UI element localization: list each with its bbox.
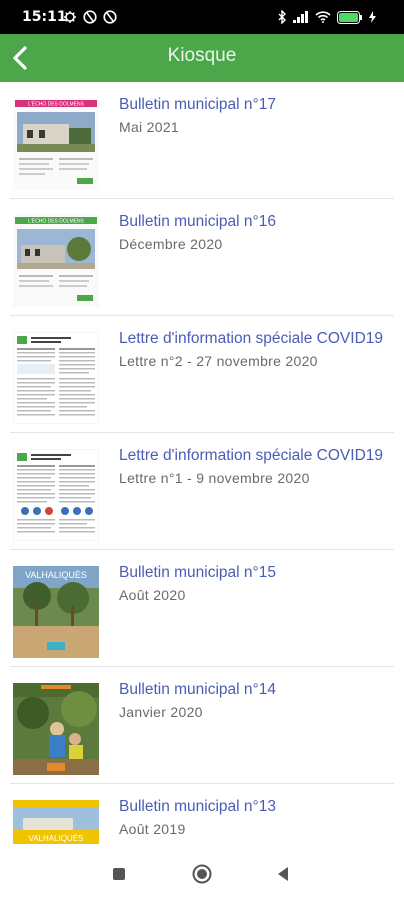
- battery-icon: [337, 10, 362, 24]
- blocked-notification-icon: [103, 10, 117, 24]
- status-bar: 15:11: [0, 0, 404, 34]
- item-subtitle: Janvier 2020: [119, 704, 203, 720]
- page-title: Kiosque: [167, 45, 237, 66]
- list-item[interactable]: Lettre d'information spéciale COVID19 Le…: [0, 433, 404, 550]
- item-title[interactable]: Bulletin municipal n°15: [119, 564, 276, 582]
- item-subtitle: Août 2019: [119, 821, 186, 837]
- status-time: 15:11: [22, 9, 67, 25]
- list-item[interactable]: L'ÉCHO DES DOLMENS Bulletin municipal n°…: [0, 82, 404, 199]
- system-nav-bar: [0, 848, 404, 900]
- charging-icon: [369, 11, 376, 23]
- item-title[interactable]: Lettre d'information spéciale COVID19: [119, 447, 383, 465]
- app-bar: Kiosque: [0, 34, 404, 82]
- covid-letter-thumbnail: [13, 332, 99, 424]
- recent-apps-icon[interactable]: [112, 867, 126, 881]
- item-subtitle: Août 2020: [119, 587, 186, 603]
- back-nav-icon[interactable]: [276, 866, 290, 882]
- list-item[interactable]: VALHALIQUÈS Bulletin municipal n°13 Août…: [0, 784, 404, 848]
- item-title[interactable]: Bulletin municipal n°13: [119, 798, 276, 816]
- publication-list: L'ÉCHO DES DOLMENS Bulletin municipal n°…: [0, 82, 404, 848]
- item-subtitle: Mai 2021: [119, 119, 179, 135]
- item-subtitle: Lettre n°2 - 27 novembre 2020: [119, 353, 318, 369]
- bluetooth-icon: [278, 10, 286, 24]
- item-subtitle: Lettre n°1 - 9 novembre 2020: [119, 470, 310, 486]
- bulletin-cover-thumbnail: L'ÉCHO DES DOLMENS: [13, 215, 99, 307]
- item-title[interactable]: Bulletin municipal n°17: [119, 96, 276, 114]
- bulletin-cover-thumbnail: VALHALIQUÈS: [13, 800, 99, 848]
- item-title[interactable]: Bulletin municipal n°14: [119, 681, 276, 699]
- list-item[interactable]: L'ÉCHO DES DOLMENS Bulletin municipal n°…: [0, 199, 404, 316]
- settings-notification-icon: [64, 11, 76, 23]
- list-item[interactable]: Bulletin municipal n°14 Janvier 2020: [0, 667, 404, 784]
- list-item[interactable]: Lettre d'information spéciale COVID19 Le…: [0, 316, 404, 433]
- bulletin-cover-thumbnail: L'ÉCHO DES DOLMENS: [13, 98, 99, 190]
- list-item[interactable]: VALHALIQUÈS Bulletin municipal n°15 Août…: [0, 550, 404, 667]
- cover-banner: L'ÉCHO DES DOLMENS: [28, 218, 85, 225]
- bulletin-cover-thumbnail: VALHALIQUÈS: [13, 566, 99, 658]
- item-title[interactable]: Bulletin municipal n°16: [119, 213, 276, 231]
- cover-banner: L'ÉCHO DES DOLMENS: [28, 101, 85, 108]
- covid-letter-thumbnail: [13, 449, 99, 541]
- item-title[interactable]: Lettre d'information spéciale COVID19: [119, 330, 383, 348]
- signal-icon: [293, 11, 308, 23]
- cover-banner: VALHALIQUÈS: [25, 570, 87, 580]
- item-subtitle: Décembre 2020: [119, 236, 223, 252]
- cover-banner: VALHALIQUÈS: [29, 834, 84, 843]
- home-icon[interactable]: [192, 864, 212, 884]
- bulletin-cover-thumbnail: [13, 683, 99, 775]
- blocked-notification-icon: [83, 10, 97, 24]
- wifi-icon: [315, 11, 331, 23]
